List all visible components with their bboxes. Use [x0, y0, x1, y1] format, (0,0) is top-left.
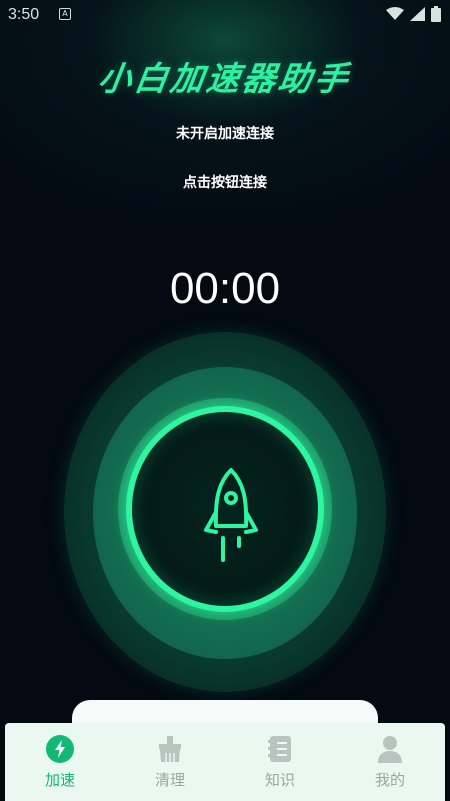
battery-icon	[431, 6, 441, 26]
tab-knowledge[interactable]: 知识	[225, 723, 335, 801]
status-time: 3:50	[8, 6, 40, 23]
notebook-icon	[266, 735, 294, 763]
tab-label: 清理	[154, 771, 185, 789]
tab-accelerate[interactable]: 加速	[5, 723, 115, 801]
lightning-icon	[46, 735, 74, 763]
connection-status-text: 未开启加速连接	[176, 126, 274, 142]
wifi-icon	[386, 7, 404, 25]
app-title: 小白加速器助手	[95, 59, 354, 98]
connect-button[interactable]	[126, 406, 324, 612]
connection-timer: 00:00	[169, 264, 281, 313]
signal-icon	[410, 7, 425, 25]
bottom-tab-bar: 加速 清理 知识 我的	[5, 723, 445, 801]
connection-hint-text: 点击按钮连接	[183, 175, 267, 191]
tab-profile[interactable]: 我的	[335, 723, 445, 801]
tab-label: 我的	[374, 771, 405, 789]
tab-label: 知识	[264, 771, 295, 789]
broom-icon	[156, 735, 184, 763]
status-bar: 3:50 A	[0, 0, 450, 30]
rocket-icon	[201, 468, 261, 572]
notification-icon: A	[59, 8, 71, 20]
tab-label: 加速	[44, 771, 75, 789]
accelerate-orb	[60, 332, 390, 692]
person-icon	[376, 735, 404, 763]
tab-clean[interactable]: 清理	[115, 723, 225, 801]
